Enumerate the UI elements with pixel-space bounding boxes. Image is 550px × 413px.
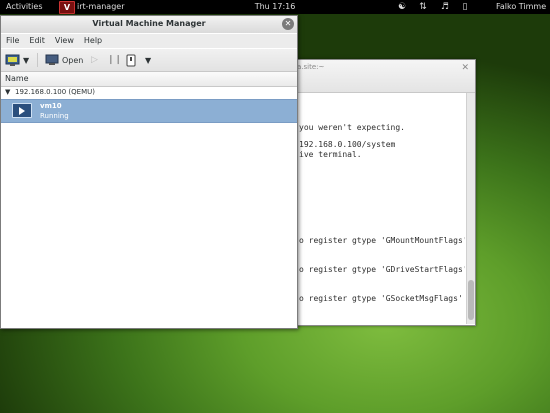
shutdown-button[interactable] <box>126 52 136 68</box>
top-bar: Activities V irt-manager Thu 17:16 ☯ ⇅ ♬… <box>0 0 550 14</box>
pause-button[interactable]: ❙❙ <box>107 52 122 68</box>
vm-status: Running <box>40 112 69 120</box>
new-vm-button[interactable] <box>5 52 21 68</box>
terminal-line: o register gtype 'GDriveStartFlags' <box>299 265 465 274</box>
open-label: Open <box>62 55 84 65</box>
pause-icon: ❙❙ <box>107 55 123 65</box>
column-header[interactable]: Name <box>1 72 297 87</box>
column-name: Name <box>5 74 29 83</box>
connection-row[interactable]: ▼ 192.168.0.100 (QEMU) <box>1 87 297 99</box>
terminal-line: o register gtype 'GSocketMsgFlags' <box>299 294 463 303</box>
vmm-window[interactable]: Virtual Machine Manager ✕ File Edit View… <box>0 15 298 329</box>
terminal-output[interactable]: you weren't expecting. 192.168.0.100/sys… <box>269 93 465 324</box>
expander-arrow-icon[interactable]: ▼ <box>5 88 10 96</box>
play-icon: ▷ <box>91 55 98 65</box>
vmm-title: Virtual Machine Manager <box>92 19 206 28</box>
terminal-header: a.site:~ ✕ <box>269 60 475 93</box>
close-icon[interactable]: ✕ <box>282 18 294 30</box>
terminal-line: 192.168.0.100/system <box>299 140 396 149</box>
chevron-down-icon: ▼ <box>145 55 152 65</box>
chevron-down-icon: ▼ <box>23 55 30 65</box>
vm-name: vm10 <box>40 102 62 110</box>
terminal-window[interactable]: a.site:~ ✕ you weren't expecting. 192.16… <box>268 59 476 326</box>
monitor-icon <box>45 54 59 65</box>
run-button[interactable]: ▷ <box>91 52 98 68</box>
shutdown-dropdown[interactable]: ▼ <box>145 52 151 68</box>
terminal-scrollbar[interactable] <box>466 93 475 324</box>
battery-icon[interactable]: ▯ <box>460 2 470 12</box>
vm-row[interactable]: vm10 Running <box>1 99 297 123</box>
terminal-close-icon[interactable]: ✕ <box>461 63 469 73</box>
terminal-line: you weren't expecting. <box>299 123 405 132</box>
terminal-line: ive terminal. <box>299 150 362 159</box>
accessibility-icon[interactable]: ☯ <box>397 2 407 12</box>
vmm-titlebar[interactable]: Virtual Machine Manager ✕ <box>1 16 297 33</box>
terminal-line: o register gtype 'GMountMountFlags' <box>299 236 465 245</box>
vm-running-icon <box>12 103 32 118</box>
menu-file[interactable]: File <box>1 34 24 48</box>
volume-icon[interactable]: ♬ <box>440 2 450 12</box>
connection-label: 192.168.0.100 (QEMU) <box>15 88 95 96</box>
toolbar-separator <box>37 53 38 67</box>
terminal-title: a.site:~ <box>297 63 325 71</box>
toolbar: ▼ Open ▷ ❙❙ ▼ <box>1 49 297 72</box>
open-button[interactable]: Open <box>45 52 83 68</box>
network-icon[interactable]: ⇅ <box>418 2 428 12</box>
new-vm-dropdown[interactable]: ▼ <box>23 52 29 68</box>
power-icon <box>126 54 136 66</box>
menu-view[interactable]: View <box>50 34 79 48</box>
scrollbar-thumb[interactable] <box>468 280 474 320</box>
user-menu[interactable]: Falko Timme <box>496 0 546 14</box>
menu-bar: File Edit View Help <box>1 34 297 48</box>
new-vm-icon <box>5 54 20 66</box>
menu-help[interactable]: Help <box>79 34 107 48</box>
menu-edit[interactable]: Edit <box>24 34 50 48</box>
